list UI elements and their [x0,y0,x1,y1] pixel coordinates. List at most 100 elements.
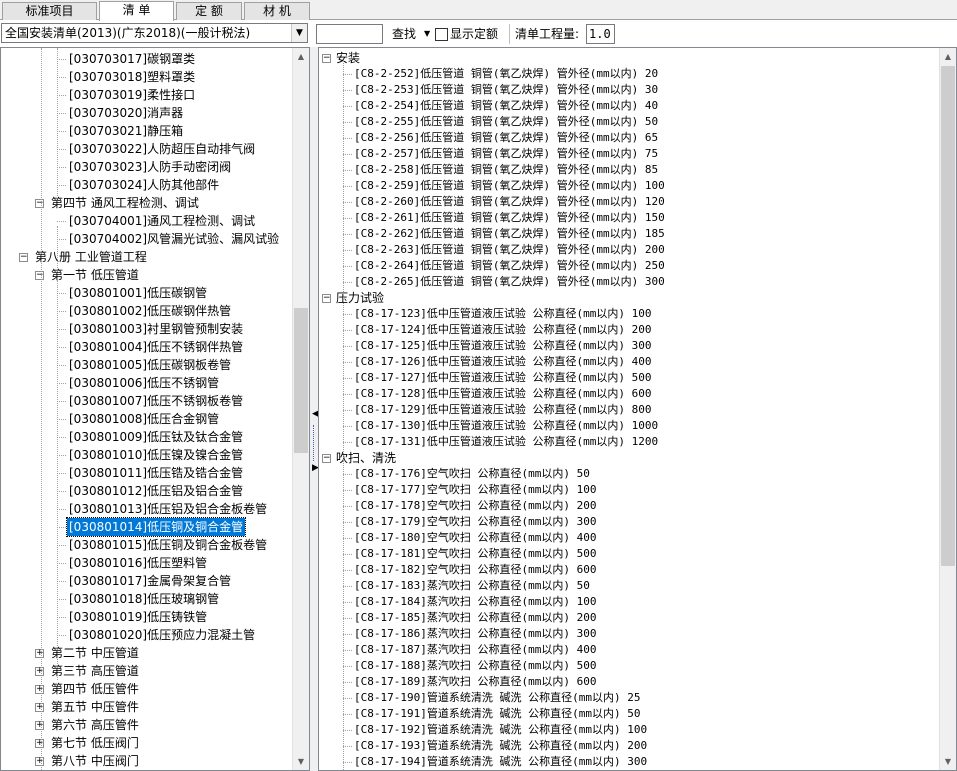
tree-node[interactable]: − 第八册 工业管道工程 [1,248,293,266]
quota-item[interactable]: [C8-17-194]管道系统清洗 碱洗 公称直径(mm以内) 300 [319,754,939,770]
tree-leaf[interactable]: [030703020]消声器 [1,104,293,122]
plus-box-icon[interactable]: + [35,739,44,748]
quota-item[interactable]: [C8-2-264]低压管道 铜管(氧乙炔焊) 管外径(mm以内) 250 [319,258,939,274]
right-scroll-thumb[interactable] [941,66,955,566]
tree-leaf[interactable]: [030703019]柔性接口 [1,86,293,104]
quota-item[interactable]: [C8-2-262]低压管道 铜管(氧乙炔焊) 管外径(mm以内) 185 [319,226,939,242]
tree-leaf[interactable]: [030801013]低压铝及铝合金板卷管 [1,500,293,518]
tree-leaf[interactable]: [030801007]低压不锈钢板卷管 [1,392,293,410]
plus-box-icon[interactable]: + [35,667,44,676]
tree-leaf[interactable]: [030801010]低压镍及镍合金管 [1,446,293,464]
tree-leaf[interactable]: [030801002]低压碳钢伴热管 [1,302,293,320]
quota-item[interactable]: [C8-17-124]低中压管道液压试验 公称直径(mm以内) 200 [319,322,939,338]
quota-item[interactable]: [C8-17-130]低中压管道液压试验 公称直径(mm以内) 1000 [319,418,939,434]
tree-leaf[interactable]: [030703017]碳钢罩类 [1,50,293,68]
quota-item[interactable]: [C8-2-256]低压管道 铜管(氧乙炔焊) 管外径(mm以内) 65 [319,130,939,146]
tree-leaf[interactable]: [030703018]塑料罩类 [1,68,293,86]
right-vertical-scrollbar[interactable]: ▲ ▼ [939,48,956,770]
quota-item[interactable]: [C8-2-258]低压管道 铜管(氧乙炔焊) 管外径(mm以内) 85 [319,162,939,178]
tree-leaf[interactable]: [030703022]人防超压自动排气阀 [1,140,293,158]
tree-leaf[interactable]: [030801017]金属骨架复合管 [1,572,293,590]
left-vertical-scrollbar[interactable]: ▲ ▼ [292,48,309,770]
find-dropdown-icon[interactable]: ▼ [424,25,430,43]
tab-bill-list[interactable]: 清 单 [99,1,174,21]
quota-item[interactable]: [C8-2-259]低压管道 铜管(氧乙炔焊) 管外径(mm以内) 100 [319,178,939,194]
plus-box-icon[interactable]: + [35,721,44,730]
tree-leaf[interactable]: [030801020]低压预应力混凝土管 [1,626,293,644]
arrow-down-icon[interactable]: ▼ [940,753,956,770]
tree-leaf[interactable]: [030801014]低压铜及铜合金管 [1,517,293,537]
left-scroll-thumb[interactable] [294,308,308,453]
tree-leaf[interactable]: [030801019]低压铸铁管 [1,608,293,626]
quota-item[interactable]: [C8-2-253]低压管道 铜管(氧乙炔焊) 管外径(mm以内) 30 [319,82,939,98]
quota-item[interactable]: [C8-17-193]管道系统清洗 碱洗 公称直径(mm以内) 200 [319,738,939,754]
minus-box-icon[interactable]: − [35,199,44,208]
tab-standard-items[interactable]: 标准项目 [2,2,97,20]
quota-item[interactable]: [C8-17-181]空气吹扫 公称直径(mm以内) 500 [319,546,939,562]
quota-item[interactable]: [C8-2-254]低压管道 铜管(氧乙炔焊) 管外径(mm以内) 40 [319,98,939,114]
tree-leaf[interactable]: [030704001]通风工程检测、调试 [1,212,293,230]
minus-box-icon[interactable]: − [322,454,331,463]
tree-leaf[interactable]: [030801005]低压碳钢板卷管 [1,356,293,374]
quota-item[interactable]: [C8-17-182]空气吹扫 公称直径(mm以内) 600 [319,562,939,578]
quota-item[interactable]: [C8-17-128]低中压管道液压试验 公称直径(mm以内) 600 [319,386,939,402]
quota-item[interactable]: [C8-17-185]蒸汽吹扫 公称直径(mm以内) 200 [319,610,939,626]
quota-item[interactable]: [C8-17-189]蒸汽吹扫 公称直径(mm以内) 600 [319,674,939,690]
quota-item[interactable]: [C8-17-178]空气吹扫 公称直径(mm以内) 200 [319,498,939,514]
tree-node[interactable]: + 第八节 中压阀门 [1,752,293,770]
chevron-down-icon[interactable]: ▼ [291,24,307,42]
arrow-down-icon[interactable]: ▼ [293,753,309,770]
quota-item[interactable]: [C8-2-255]低压管道 铜管(氧乙炔焊) 管外径(mm以内) 50 [319,114,939,130]
tree-leaf[interactable]: [030801015]低压铜及铜合金板卷管 [1,536,293,554]
tree-leaf[interactable]: [030801018]低压玻璃钢管 [1,590,293,608]
quota-item[interactable]: [C8-17-192]管道系统清洗 碱洗 公称直径(mm以内) 100 [319,722,939,738]
plus-box-icon[interactable]: + [35,703,44,712]
quota-item[interactable]: [C8-2-265]低压管道 铜管(氧乙炔焊) 管外径(mm以内) 300 [319,274,939,290]
plus-box-icon[interactable]: + [35,649,44,658]
tree-leaf[interactable]: [030801011]低压锆及锆合金管 [1,464,293,482]
quota-item[interactable]: [C8-17-184]蒸汽吹扫 公称直径(mm以内) 100 [319,594,939,610]
tree-leaf[interactable]: [030801003]衬里钢管预制安装 [1,320,293,338]
tree-node[interactable]: + 第七节 低压阀门 [1,734,293,752]
quota-item[interactable]: [C8-17-126]低中压管道液压试验 公称直径(mm以内) 400 [319,354,939,370]
plus-box-icon[interactable]: + [35,685,44,694]
quota-item[interactable]: [C8-2-257]低压管道 铜管(氧乙炔焊) 管外径(mm以内) 75 [319,146,939,162]
tree-leaf[interactable]: [030704002]风管漏光试验、漏风试验 [1,230,293,248]
tree-leaf[interactable]: [030801009]低压钛及钛合金管 [1,428,293,446]
search-input[interactable] [316,24,383,44]
quota-item[interactable]: [C8-17-127]低中压管道液压试验 公称直径(mm以内) 500 [319,370,939,386]
quota-group[interactable]: − 安装 [319,50,939,66]
pane-splitter[interactable]: ◀ ▶ [310,47,319,771]
quota-item[interactable]: [C8-17-125]低中压管道液压试验 公称直径(mm以内) 300 [319,338,939,354]
quantity-input[interactable]: 1.0 [586,24,615,44]
quota-item[interactable]: [C8-17-183]蒸汽吹扫 公称直径(mm以内) 50 [319,578,939,594]
library-select[interactable]: 全国安装清单(2013)(广东2018)(一般计税法) ▼ [1,23,308,43]
minus-box-icon[interactable]: − [35,271,44,280]
tree-leaf[interactable]: [030801006]低压不锈钢管 [1,374,293,392]
tree-leaf[interactable]: [030801016]低压塑料管 [1,554,293,572]
tree-node[interactable]: + 第三节 高压管道 [1,662,293,680]
quota-item[interactable]: [C8-17-190]管道系统清洗 碱洗 公称直径(mm以内) 25 [319,690,939,706]
quota-item[interactable]: [C8-17-186]蒸汽吹扫 公称直径(mm以内) 300 [319,626,939,642]
tree-node[interactable]: + 第五节 中压管件 [1,698,293,716]
quota-item[interactable]: [C8-2-261]低压管道 铜管(氧乙炔焊) 管外径(mm以内) 150 [319,210,939,226]
tab-materials[interactable]: 材 机 [244,2,310,20]
plus-box-icon[interactable]: + [35,757,44,766]
quota-item[interactable]: [C8-17-129]低中压管道液压试验 公称直径(mm以内) 800 [319,402,939,418]
show-quota-checkbox[interactable] [435,28,448,41]
tree-leaf[interactable]: [030703023]人防手动密闭阀 [1,158,293,176]
quota-item[interactable]: [C8-17-123]低中压管道液压试验 公称直径(mm以内) 100 [319,306,939,322]
quota-item[interactable]: [C8-17-191]管道系统清洗 碱洗 公称直径(mm以内) 50 [319,706,939,722]
quota-item[interactable]: [C8-2-252]低压管道 铜管(氧乙炔焊) 管外径(mm以内) 20 [319,66,939,82]
arrow-up-icon[interactable]: ▲ [293,48,309,65]
quota-item[interactable]: [C8-2-260]低压管道 铜管(氧乙炔焊) 管外径(mm以内) 120 [319,194,939,210]
tree-node[interactable]: − 第一节 低压管道 [1,266,293,284]
tree-node[interactable]: + 第四节 低压管件 [1,680,293,698]
minus-box-icon[interactable]: − [19,253,28,262]
minus-box-icon[interactable]: − [322,54,331,63]
arrow-up-icon[interactable]: ▲ [940,48,956,65]
tree-leaf[interactable]: [030703024]人防其他部件 [1,176,293,194]
tree-leaf[interactable]: [030801004]低压不锈钢伴热管 [1,338,293,356]
quota-item[interactable]: [C8-17-188]蒸汽吹扫 公称直径(mm以内) 500 [319,658,939,674]
quota-item[interactable]: [C8-17-131]低中压管道液压试验 公称直径(mm以内) 1200 [319,434,939,450]
